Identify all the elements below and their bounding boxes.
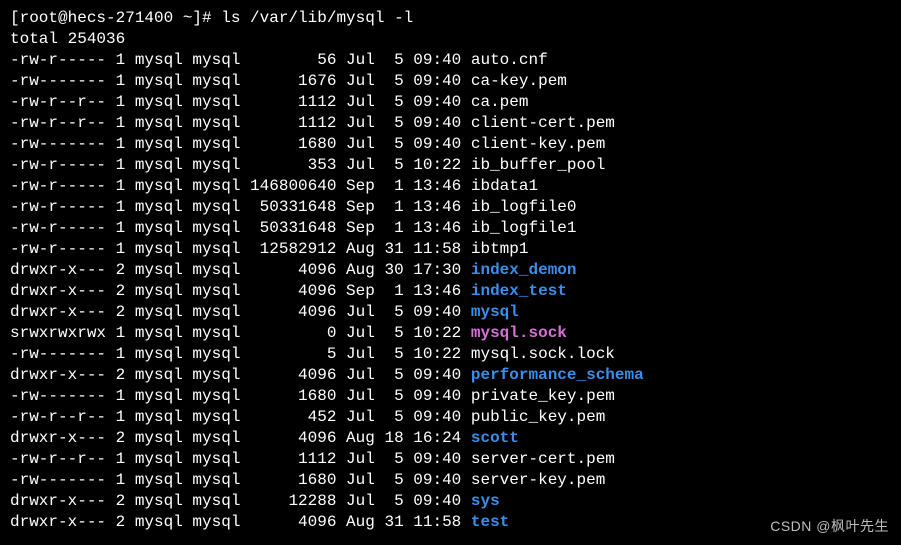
- file-row: -rw-r----- 1 mysql mysql 56 Jul 5 09:40 …: [10, 50, 891, 71]
- file-row: -rw-r--r-- 1 mysql mysql 1112 Jul 5 09:4…: [10, 113, 891, 134]
- file-name: mysql.sock: [471, 324, 567, 342]
- file-name: sys: [471, 492, 500, 510]
- file-row: drwxr-x--- 2 mysql mysql 4096 Jul 5 09:4…: [10, 302, 891, 323]
- file-row: -rw------- 1 mysql mysql 1676 Jul 5 09:4…: [10, 71, 891, 92]
- file-row: drwxr-x--- 2 mysql mysql 4096 Aug 31 11:…: [10, 512, 891, 533]
- file-row: -rw-r--r-- 1 mysql mysql 1112 Jul 5 09:4…: [10, 449, 891, 470]
- file-row: -rw------- 1 mysql mysql 1680 Jul 5 09:4…: [10, 134, 891, 155]
- file-row: drwxr-x--- 2 mysql mysql 12288 Jul 5 09:…: [10, 491, 891, 512]
- file-name: ibdata1: [471, 177, 538, 195]
- file-name: index_demon: [471, 261, 577, 279]
- file-name: auto.cnf: [471, 51, 548, 69]
- file-name: performance_schema: [471, 366, 644, 384]
- file-meta: -rw-r--r-- 1 mysql mysql 1112 Jul 5 09:4…: [10, 93, 471, 111]
- file-row: srwxrwxrwx 1 mysql mysql 0 Jul 5 10:22 m…: [10, 323, 891, 344]
- file-name: server-cert.pem: [471, 450, 615, 468]
- file-row: -rw-r----- 1 mysql mysql 50331648 Sep 1 …: [10, 197, 891, 218]
- file-row: -rw-r----- 1 mysql mysql 146800640 Sep 1…: [10, 176, 891, 197]
- file-meta: -rw-r----- 1 mysql mysql 50331648 Sep 1 …: [10, 198, 471, 216]
- watermark: CSDN @枫叶先生: [770, 516, 889, 537]
- file-meta: -rw-r--r-- 1 mysql mysql 452 Jul 5 09:40: [10, 408, 471, 426]
- file-meta: -rw-r----- 1 mysql mysql 56 Jul 5 09:40: [10, 51, 471, 69]
- file-meta: -rw------- 1 mysql mysql 1680 Jul 5 09:4…: [10, 471, 471, 489]
- file-meta: -rw------- 1 mysql mysql 5 Jul 5 10:22: [10, 345, 471, 363]
- file-meta: drwxr-x--- 2 mysql mysql 4096 Aug 31 11:…: [10, 513, 471, 531]
- prompt-line: [root@hecs-271400 ~]# ls /var/lib/mysql …: [10, 8, 891, 29]
- file-name: ibtmp1: [471, 240, 529, 258]
- file-row: drwxr-x--- 2 mysql mysql 4096 Aug 18 16:…: [10, 428, 891, 449]
- file-name: mysql.sock.lock: [471, 345, 615, 363]
- file-meta: -rw-r----- 1 mysql mysql 50331648 Sep 1 …: [10, 219, 471, 237]
- file-meta: drwxr-x--- 2 mysql mysql 4096 Jul 5 09:4…: [10, 366, 471, 384]
- file-row: drwxr-x--- 2 mysql mysql 4096 Sep 1 13:4…: [10, 281, 891, 302]
- file-row: -rw-r----- 1 mysql mysql 353 Jul 5 10:22…: [10, 155, 891, 176]
- file-meta: -rw-r----- 1 mysql mysql 146800640 Sep 1…: [10, 177, 471, 195]
- file-meta: -rw------- 1 mysql mysql 1680 Jul 5 09:4…: [10, 387, 471, 405]
- file-meta: -rw-r----- 1 mysql mysql 12582912 Aug 31…: [10, 240, 471, 258]
- file-name: client-cert.pem: [471, 114, 615, 132]
- file-name: private_key.pem: [471, 387, 615, 405]
- file-name: ib_logfile0: [471, 198, 577, 216]
- file-name: scott: [471, 429, 519, 447]
- file-name: server-key.pem: [471, 471, 605, 489]
- file-meta: srwxrwxrwx 1 mysql mysql 0 Jul 5 10:22: [10, 324, 471, 342]
- file-name: public_key.pem: [471, 408, 605, 426]
- file-meta: drwxr-x--- 2 mysql mysql 4096 Sep 1 13:4…: [10, 282, 471, 300]
- file-meta: -rw-r--r-- 1 mysql mysql 1112 Jul 5 09:4…: [10, 114, 471, 132]
- file-meta: -rw------- 1 mysql mysql 1676 Jul 5 09:4…: [10, 72, 471, 90]
- file-meta: drwxr-x--- 2 mysql mysql 12288 Jul 5 09:…: [10, 492, 471, 510]
- file-name: ib_buffer_pool: [471, 156, 605, 174]
- file-name: ca.pem: [471, 93, 529, 111]
- file-row: -rw-r--r-- 1 mysql mysql 452 Jul 5 09:40…: [10, 407, 891, 428]
- file-name: ib_logfile1: [471, 219, 577, 237]
- file-meta: drwxr-x--- 2 mysql mysql 4096 Jul 5 09:4…: [10, 303, 471, 321]
- file-meta: drwxr-x--- 2 mysql mysql 4096 Aug 30 17:…: [10, 261, 471, 279]
- file-row: -rw------- 1 mysql mysql 1680 Jul 5 09:4…: [10, 386, 891, 407]
- file-meta: drwxr-x--- 2 mysql mysql 4096 Aug 18 16:…: [10, 429, 471, 447]
- file-row: drwxr-x--- 2 mysql mysql 4096 Jul 5 09:4…: [10, 365, 891, 386]
- file-row: -rw-r--r-- 1 mysql mysql 1112 Jul 5 09:4…: [10, 92, 891, 113]
- file-name: client-key.pem: [471, 135, 605, 153]
- file-name: mysql: [471, 303, 519, 321]
- file-row: drwxr-x--- 2 mysql mysql 4096 Aug 30 17:…: [10, 260, 891, 281]
- file-row: -rw-r----- 1 mysql mysql 50331648 Sep 1 …: [10, 218, 891, 239]
- file-row: -rw------- 1 mysql mysql 1680 Jul 5 09:4…: [10, 470, 891, 491]
- file-row: -rw------- 1 mysql mysql 5 Jul 5 10:22 m…: [10, 344, 891, 365]
- file-meta: -rw-r--r-- 1 mysql mysql 1112 Jul 5 09:4…: [10, 450, 471, 468]
- file-meta: -rw-r----- 1 mysql mysql 353 Jul 5 10:22: [10, 156, 471, 174]
- total-line: total 254036: [10, 29, 891, 50]
- file-meta: -rw------- 1 mysql mysql 1680 Jul 5 09:4…: [10, 135, 471, 153]
- file-row: -rw-r----- 1 mysql mysql 12582912 Aug 31…: [10, 239, 891, 260]
- file-name: test: [471, 513, 509, 531]
- file-name: index_test: [471, 282, 567, 300]
- file-name: ca-key.pem: [471, 72, 567, 90]
- terminal-output[interactable]: [root@hecs-271400 ~]# ls /var/lib/mysql …: [10, 8, 891, 533]
